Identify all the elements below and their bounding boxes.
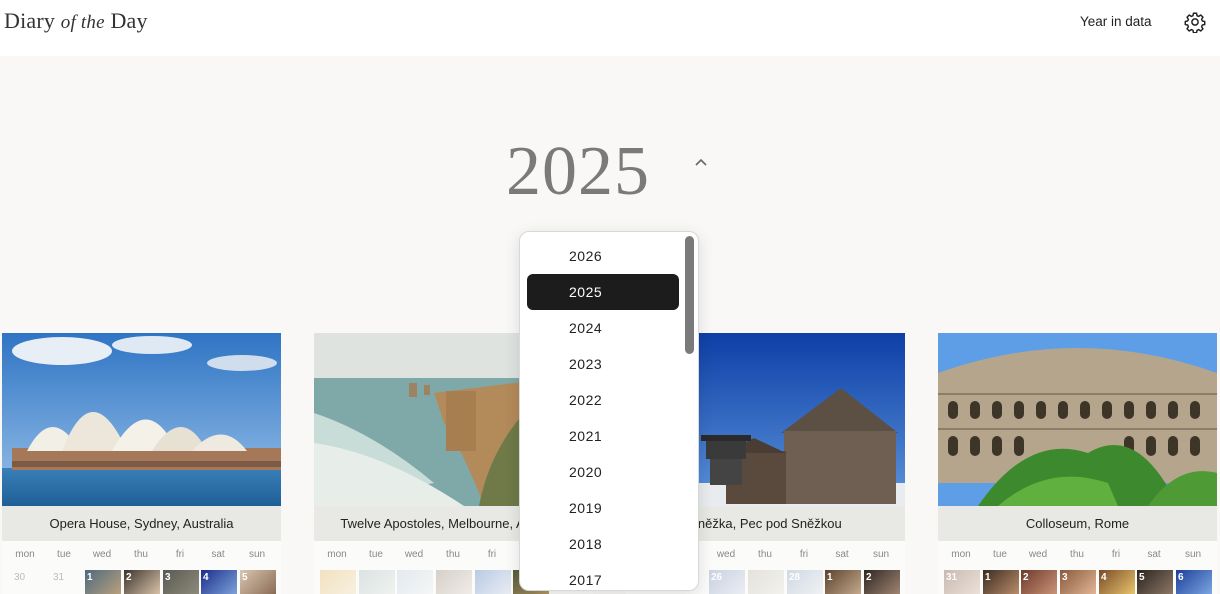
day-cell[interactable]: 2 [124, 570, 160, 594]
weekday-label: thu [758, 549, 772, 560]
day-cells: 30 31 1 2 3 4 5 [2, 570, 281, 594]
day-cell[interactable]: 1 [983, 570, 1019, 594]
year-option[interactable]: 2018 [527, 526, 679, 562]
year-dropdown[interactable]: 2026 2025 2024 2023 2022 2021 2020 2019 … [519, 231, 699, 591]
day-number: 2 [866, 572, 872, 583]
day-cell[interactable]: 31 [944, 570, 980, 594]
day-cell[interactable] [748, 570, 784, 594]
day-cell[interactable]: 5 [1137, 570, 1173, 594]
day-cell[interactable]: 1 [85, 570, 121, 594]
day-number: 6 [1178, 572, 1184, 583]
month-card[interactable]: Opera House, Sydney, Australia mon tue w… [2, 333, 281, 594]
year-option[interactable]: 2019 [527, 490, 679, 526]
day-cell[interactable]: 3 [1060, 570, 1096, 594]
weekday-label: mon [327, 549, 347, 560]
weekday-label: sun [248, 549, 266, 560]
day-cell: 30 [6, 570, 42, 594]
day-cell[interactable]: 1 [825, 570, 861, 594]
year-option[interactable]: 2017 [527, 562, 679, 590]
weekday-label: sat [211, 549, 225, 560]
month-card[interactable]: Colloseum, Rome mon tue wed thu fri sat … [938, 333, 1217, 594]
weekday-header: mon tue wed thu fri sat sun [2, 549, 281, 563]
dropdown-scrollbar[interactable] [685, 236, 694, 354]
logo-word-day: Day [110, 8, 148, 33]
day-number: 5 [242, 572, 248, 583]
weekday-label: wed [1028, 549, 1048, 560]
day-number: 30 [14, 572, 26, 583]
weekday-label: wed [404, 549, 424, 560]
weekday-label: sun [1184, 549, 1202, 560]
year-option[interactable]: 2024 [527, 310, 679, 346]
day-cell[interactable]: 4 [1099, 570, 1135, 594]
day-cell[interactable]: 2 [1021, 570, 1057, 594]
weekday-label: mon [951, 549, 971, 560]
year-in-data-link[interactable]: Year in data [1080, 14, 1152, 29]
gear-icon[interactable] [1184, 11, 1206, 33]
top-bar: Diary of the Day Year in data [0, 0, 1220, 56]
day-number: 1 [87, 572, 93, 583]
logo-word-of-the: of the [60, 12, 105, 33]
day-number: 4 [203, 572, 209, 583]
day-number: 3 [1062, 572, 1068, 583]
day-cell[interactable] [475, 570, 511, 594]
logo-word-diary: Diary [4, 8, 56, 33]
day-number: 5 [1139, 572, 1145, 583]
day-number: 31 [946, 572, 958, 583]
weekday-label: fri [799, 549, 809, 560]
card-caption: Opera House, Sydney, Australia [2, 506, 281, 541]
day-number: 3 [165, 572, 171, 583]
weekday-label: wed [716, 549, 736, 560]
day-number: 28 [789, 572, 801, 583]
weekday-label: fri [175, 549, 185, 560]
weekday-label: mon [15, 549, 35, 560]
day-number: 26 [711, 572, 723, 583]
app-logo[interactable]: Diary of the Day [4, 8, 148, 34]
weekday-label: thu [1070, 549, 1084, 560]
card-caption: Colloseum, Rome [938, 506, 1217, 541]
day-number: 2 [126, 572, 132, 583]
weekday-label: thu [446, 549, 460, 560]
day-cells: 31 1 2 3 4 5 6 [938, 570, 1217, 594]
weekday-label: sat [835, 549, 849, 560]
day-number: 1 [985, 572, 991, 583]
day-cell[interactable] [436, 570, 472, 594]
weekday-label: sat [1147, 549, 1161, 560]
day-cell[interactable] [359, 570, 395, 594]
year-option[interactable]: 2022 [527, 382, 679, 418]
day-number: 4 [1101, 572, 1107, 583]
year-option[interactable]: 2026 [527, 238, 679, 274]
day-cell: 31 [45, 570, 81, 594]
day-cell[interactable]: 3 [163, 570, 199, 594]
selected-year-heading[interactable]: 2025 [506, 132, 650, 212]
day-cell[interactable] [320, 570, 356, 594]
day-number: 2 [1023, 572, 1029, 583]
day-number: 1 [827, 572, 833, 583]
chevron-up-icon[interactable] [693, 156, 709, 168]
weekday-label: wed [92, 549, 112, 560]
day-cell[interactable]: 5 [240, 570, 276, 594]
day-cell[interactable] [397, 570, 433, 594]
weekday-label: thu [134, 549, 148, 560]
weekday-label: tue [57, 549, 71, 560]
weekday-label: sun [872, 549, 890, 560]
weekday-label: fri [487, 549, 497, 560]
day-cell[interactable]: 28 [787, 570, 823, 594]
year-option[interactable]: 2020 [527, 454, 679, 490]
day-cell[interactable]: 2 [864, 570, 900, 594]
day-cell[interactable]: 6 [1176, 570, 1212, 594]
photo-opera-house [2, 333, 281, 506]
year-option[interactable]: 2023 [527, 346, 679, 382]
year-option-selected[interactable]: 2025 [527, 274, 679, 310]
day-cell[interactable]: 26 [709, 570, 745, 594]
year-option[interactable]: 2021 [527, 418, 679, 454]
day-cell[interactable]: 4 [201, 570, 237, 594]
day-number: 31 [53, 572, 65, 583]
weekday-label: tue [993, 549, 1007, 560]
weekday-label: tue [369, 549, 383, 560]
weekday-header: mon tue wed thu fri sat sun [938, 549, 1217, 563]
weekday-label: fri [1111, 549, 1121, 560]
photo-colloseum [938, 333, 1217, 506]
